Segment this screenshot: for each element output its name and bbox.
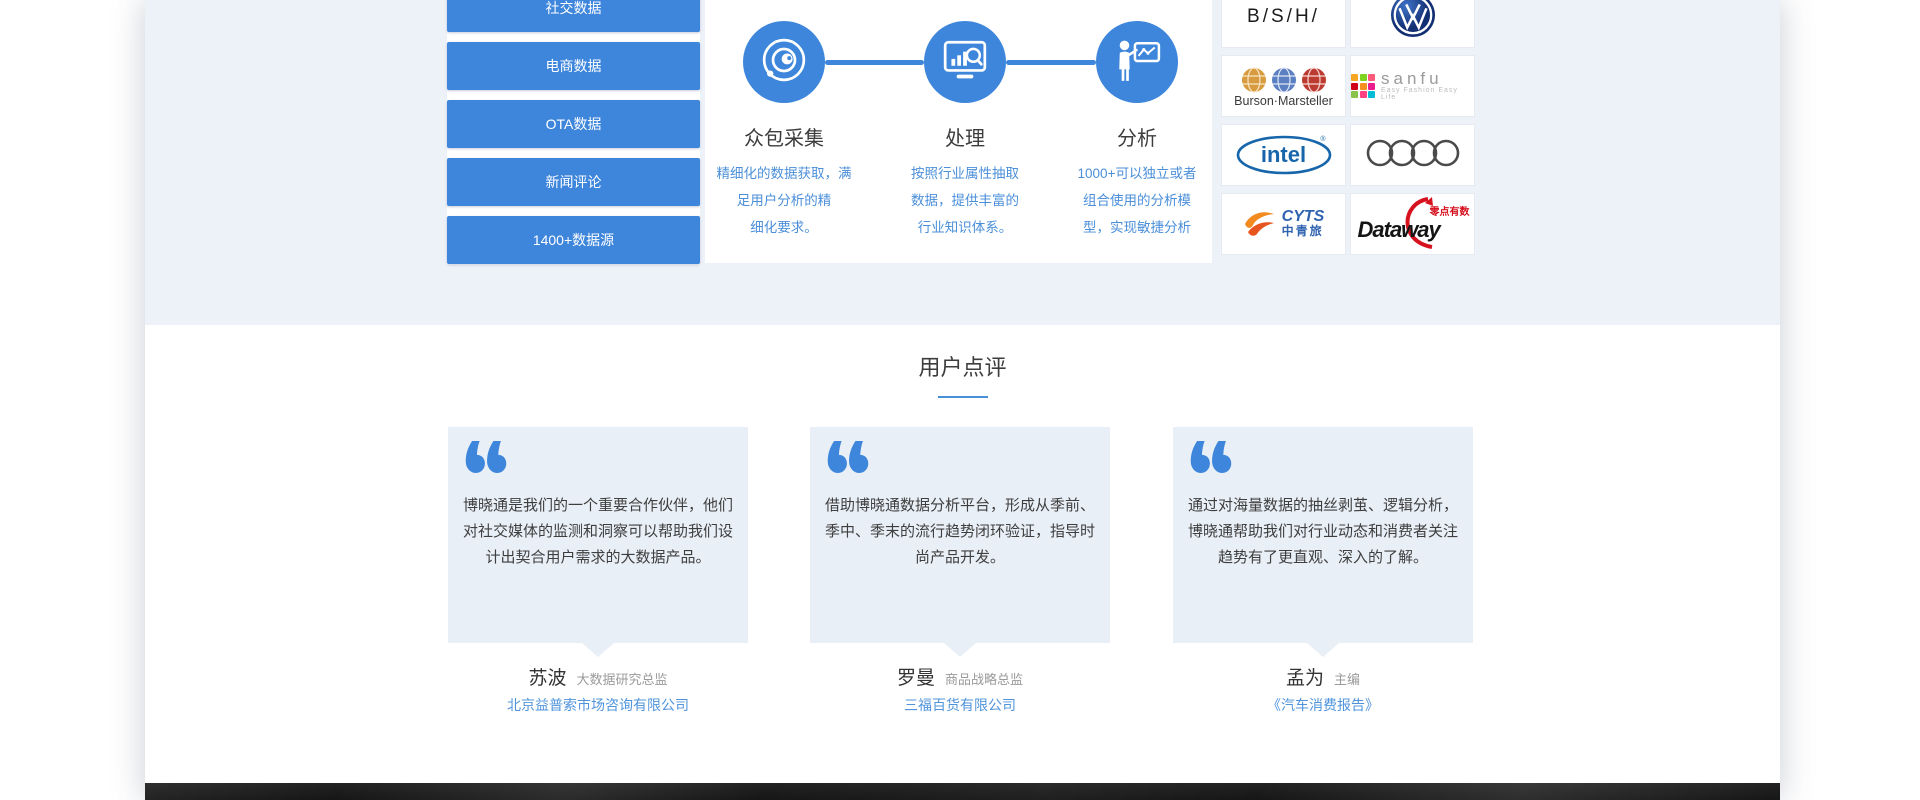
cyts-logo-subtext: 中青旅 <box>1282 224 1325 238</box>
review-card: 博晓通是我们的一个重要合作伙伴，他们对社交媒体的监测和洞察可以帮助我们设计出契合… <box>448 427 748 643</box>
step-title: 分析 <box>1037 122 1237 151</box>
partner-logo-sanfu[interactable]: sanfu Easy Fashion Easy Life <box>1350 55 1475 117</box>
orbit-collection-icon <box>761 37 807 88</box>
intel-logo: intel ® <box>1234 132 1334 178</box>
card-tail <box>944 643 976 657</box>
data-sources-section: 社交数据 电商数据 OTA数据 新闻评论 1400+数据源 <box>145 0 1780 325</box>
reviewer-company-link[interactable]: 三福百货有限公司 <box>810 695 1110 715</box>
reviews-section: 用户点评 博晓通是我们的一个重要合作伙伴，他们对社交媒体的监测和洞察可以帮助我们… <box>145 325 1780 783</box>
reviews-heading-underline <box>938 396 988 398</box>
sanfu-tagline: Easy Fashion Easy Life <box>1381 87 1474 101</box>
volkswagen-icon <box>1390 0 1436 43</box>
card-tail <box>582 643 614 657</box>
sanfu-logo: sanfu Easy Fashion Easy Life <box>1351 71 1474 101</box>
step-connector <box>1006 60 1096 65</box>
sanfu-squares-icon <box>1351 74 1375 98</box>
process-panel: 众包采集 精细化的数据获取，满足用户分析的精细化要求。 <box>705 0 1212 263</box>
reviewer-title: 主编 <box>1334 672 1360 687</box>
source-button-datasources[interactable]: 1400+数据源 <box>447 216 700 264</box>
review-quote: 借助博晓通数据分析平台，形成从季前、季中、季末的流行趋势闭环验证，指导时尚产品开… <box>820 493 1100 571</box>
reviewer-line: 罗曼商品战略总监 <box>810 663 1110 690</box>
quote-icon <box>826 441 870 478</box>
partner-logo-volkswagen[interactable] <box>1350 0 1475 48</box>
monitor-analysis-icon <box>941 39 989 86</box>
quote-icon <box>464 441 508 478</box>
partner-logo-dataway[interactable]: Dataway 零点有数 <box>1350 193 1475 255</box>
step-title: 众包采集 <box>684 122 884 151</box>
partner-logo-cyts[interactable]: CYTS 中青旅 <box>1221 193 1346 255</box>
intel-registered-mark: ® <box>1320 136 1325 143</box>
cyts-logo: CYTS 中青旅 <box>1243 206 1325 243</box>
step-description: 按照行业属性抽取数据，提供丰富的行业知识体系。 <box>865 160 1065 241</box>
reviewer-name: 苏波 <box>528 668 566 689</box>
dataway-logo: Dataway 零点有数 <box>1354 197 1472 251</box>
step-circle <box>743 21 825 103</box>
step-circle <box>1096 21 1178 103</box>
reviewer-company-link[interactable]: 北京益普索市场咨询有限公司 <box>448 695 748 715</box>
step-connector <box>825 60 924 65</box>
review-quote: 博晓通是我们的一个重要合作伙伴，他们对社交媒体的监测和洞察可以帮助我们设计出契合… <box>458 493 738 571</box>
cyts-logo-text: CYTS <box>1282 210 1325 224</box>
bsh-logo-text: B/S/H/ <box>1247 6 1320 28</box>
reviewer-company-link[interactable]: 《汽车消费报告》 <box>1173 695 1473 715</box>
step-title: 处理 <box>865 122 1065 151</box>
page-stage: 社交数据 电商数据 OTA数据 新闻评论 1400+数据源 <box>0 0 1920 800</box>
source-button-ecommerce[interactable]: 电商数据 <box>447 42 700 90</box>
source-button-ota[interactable]: OTA数据 <box>447 100 700 148</box>
partner-logo-bsh[interactable]: B/S/H/ <box>1221 0 1346 48</box>
dataway-logo-subtext: 零点有数 <box>1430 203 1470 218</box>
reviewer-line: 苏波大数据研究总监 <box>448 663 748 690</box>
partner-logo-audi[interactable] <box>1350 124 1475 186</box>
footer-band <box>145 783 1780 800</box>
reviewer-line: 孟为主编 <box>1173 663 1473 690</box>
review-quote: 通过对海量数据的抽丝剥茧、逻辑分析，博晓通帮助我们对行业动态和消费者关注趋势有了… <box>1183 493 1463 571</box>
audi-rings-icon <box>1365 138 1461 173</box>
review-card: 通过对海量数据的抽丝剥茧、逻辑分析，博晓通帮助我们对行业动态和消费者关注趋势有了… <box>1173 427 1473 643</box>
reviews-heading: 用户点评 <box>145 350 1780 382</box>
reviewer-title: 商品战略总监 <box>945 672 1023 687</box>
card-tail <box>1307 643 1339 657</box>
quote-icon <box>1189 441 1233 478</box>
reviewer-name: 罗曼 <box>897 668 935 689</box>
page-container: 社交数据 电商数据 OTA数据 新闻评论 1400+数据源 <box>145 0 1780 800</box>
source-button-news[interactable]: 新闻评论 <box>447 158 700 206</box>
cyts-flame-icon <box>1243 206 1277 243</box>
burson-globes-icon <box>1240 67 1328 93</box>
step-circle <box>924 21 1006 103</box>
partner-logo-burson-marsteller[interactable]: Burson·Marsteller <box>1221 55 1346 117</box>
step-description: 1000+可以独立或者组合使用的分析模型，实现敏捷分析 <box>1037 160 1237 241</box>
sanfu-logo-text: sanfu <box>1381 71 1474 87</box>
review-card: 借助博晓通数据分析平台，形成从季前、季中、季末的流行趋势闭环验证，指导时尚产品开… <box>810 427 1110 643</box>
dataway-logo-text: Dataway <box>1358 217 1440 243</box>
reviewer-title: 大数据研究总监 <box>577 672 668 687</box>
burson-logo-text: Burson·Marsteller <box>1234 94 1333 108</box>
presenter-board-icon <box>1113 38 1161 87</box>
source-button-social[interactable]: 社交数据 <box>447 0 700 32</box>
step-description: 精细化的数据获取，满足用户分析的精细化要求。 <box>684 160 884 241</box>
reviewer-name: 孟为 <box>1286 668 1324 689</box>
partner-logo-intel[interactable]: intel ® <box>1221 124 1346 186</box>
